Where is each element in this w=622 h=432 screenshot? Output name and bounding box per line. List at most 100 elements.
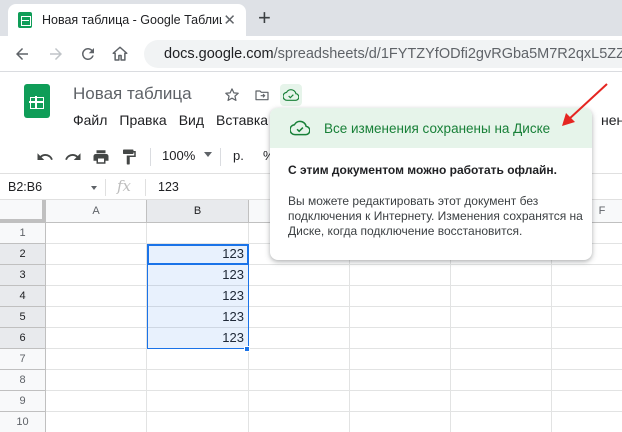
row-header-8[interactable]: 8 xyxy=(0,370,46,391)
row-header-2[interactable]: 2 xyxy=(0,244,46,265)
row-header-5[interactable]: 5 xyxy=(0,307,46,328)
cell-d7[interactable] xyxy=(350,349,451,370)
cell-f10[interactable] xyxy=(552,412,622,432)
star-button[interactable] xyxy=(221,84,243,106)
cell-e4[interactable] xyxy=(451,286,552,307)
cell-f8[interactable] xyxy=(552,370,622,391)
fx-icon: fx xyxy=(117,177,132,195)
cell-e5[interactable] xyxy=(451,307,552,328)
cell-a5[interactable] xyxy=(46,307,147,328)
cell-b6[interactable]: 123 xyxy=(147,328,249,349)
browser-tab[interactable]: Новая таблица - Google Таблицы ✕ xyxy=(8,4,246,36)
menu-item-file[interactable]: Файл xyxy=(73,112,107,128)
forward-button[interactable] xyxy=(42,40,70,68)
forward-arrow-icon xyxy=(50,48,62,60)
home-button[interactable] xyxy=(106,40,134,68)
cell-e7[interactable] xyxy=(451,349,552,370)
browser-toolbar: docs.google.com/spreadsheets/d/1FYTZYfOD… xyxy=(0,36,622,72)
select-all-corner[interactable] xyxy=(0,200,46,223)
sheets-logo-icon[interactable] xyxy=(24,84,50,118)
row-header-4[interactable]: 4 xyxy=(0,286,46,307)
cell-e10[interactable] xyxy=(451,412,552,432)
undo-button[interactable] xyxy=(36,148,54,166)
zoom-select[interactable]: 100% xyxy=(162,148,195,163)
cell-a7[interactable] xyxy=(46,349,147,370)
cell-e8[interactable] xyxy=(451,370,552,391)
row-header-1[interactable]: 1 xyxy=(0,223,46,244)
menu-item-view[interactable]: Вид xyxy=(179,112,204,128)
cell-f9[interactable] xyxy=(552,391,622,412)
cell-f3[interactable] xyxy=(552,265,622,286)
currency-format-button[interactable]: р. xyxy=(233,148,244,163)
cell-a2[interactable] xyxy=(46,244,147,265)
cell-c5[interactable] xyxy=(249,307,350,328)
cell-c3[interactable] xyxy=(249,265,350,286)
fill-handle[interactable] xyxy=(244,346,250,352)
cell-b10[interactable] xyxy=(147,412,249,432)
column-header-a[interactable]: A xyxy=(46,200,147,223)
move-folder-icon xyxy=(255,90,269,101)
formula-input[interactable]: 123 xyxy=(158,180,179,194)
cell-b3[interactable]: 123 xyxy=(147,265,249,286)
row-header-6[interactable]: 6 xyxy=(0,328,46,349)
row-header-10[interactable]: 10 xyxy=(0,412,46,432)
cell-d6[interactable] xyxy=(350,328,451,349)
cell-a9[interactable] xyxy=(46,391,147,412)
row-header-9[interactable]: 9 xyxy=(0,391,46,412)
cell-b5[interactable]: 123 xyxy=(147,307,249,328)
row-header-7[interactable]: 7 xyxy=(0,349,46,370)
formula-divider xyxy=(145,179,146,196)
paint-format-button[interactable] xyxy=(120,148,138,166)
row-header-3[interactable]: 3 xyxy=(0,265,46,286)
cell-a1[interactable] xyxy=(46,223,147,244)
print-button[interactable] xyxy=(92,148,110,166)
close-tab-icon[interactable]: ✕ xyxy=(223,13,236,28)
menu-item-edit[interactable]: Правка xyxy=(119,112,166,128)
back-button[interactable] xyxy=(8,40,36,68)
cell-d10[interactable] xyxy=(350,412,451,432)
offline-description: Вы можете редактировать этот документ бе… xyxy=(288,194,583,238)
cell-d5[interactable] xyxy=(350,307,451,328)
document-status-button[interactable] xyxy=(280,84,302,106)
cell-d9[interactable] xyxy=(350,391,451,412)
move-button[interactable] xyxy=(251,84,273,106)
menu-item-insert[interactable]: Вставка xyxy=(216,112,268,128)
cell-f7[interactable] xyxy=(552,349,622,370)
cell-b2[interactable]: 123 xyxy=(147,244,249,265)
cell-f6[interactable] xyxy=(552,328,622,349)
url-path: /spreadsheets/d/1FYTZYfODfi2gvRGba5M7R2q… xyxy=(273,46,622,62)
name-box[interactable]: B2:B6 xyxy=(8,180,42,194)
cell-d3[interactable] xyxy=(350,265,451,286)
cell-b8[interactable] xyxy=(147,370,249,391)
zoom-dropdown-icon[interactable] xyxy=(204,152,212,157)
cell-a3[interactable] xyxy=(46,265,147,286)
cell-c8[interactable] xyxy=(249,370,350,391)
cell-c4[interactable] xyxy=(249,286,350,307)
cell-a8[interactable] xyxy=(46,370,147,391)
name-box-dropdown-icon[interactable] xyxy=(91,186,97,190)
cell-b7[interactable] xyxy=(147,349,249,370)
cell-f4[interactable] xyxy=(552,286,622,307)
cell-d8[interactable] xyxy=(350,370,451,391)
document-title[interactable]: Новая таблица xyxy=(73,84,192,104)
cell-b9[interactable] xyxy=(147,391,249,412)
cell-a6[interactable] xyxy=(46,328,147,349)
cell-c10[interactable] xyxy=(249,412,350,432)
reload-button[interactable] xyxy=(74,40,102,68)
column-header-b[interactable]: B xyxy=(147,200,249,223)
cell-c7[interactable] xyxy=(249,349,350,370)
cell-e6[interactable] xyxy=(451,328,552,349)
redo-button[interactable] xyxy=(64,148,82,166)
cell-e3[interactable] xyxy=(451,265,552,286)
cell-f5[interactable] xyxy=(552,307,622,328)
address-bar[interactable]: docs.google.com/spreadsheets/d/1FYTZYfOD… xyxy=(144,40,622,68)
cell-e9[interactable] xyxy=(451,391,552,412)
cell-b4[interactable]: 123 xyxy=(147,286,249,307)
cell-c6[interactable] xyxy=(249,328,350,349)
cell-a4[interactable] xyxy=(46,286,147,307)
cell-d4[interactable] xyxy=(350,286,451,307)
cell-a10[interactable] xyxy=(46,412,147,432)
new-tab-button[interactable]: + xyxy=(258,5,271,31)
cell-b1[interactable] xyxy=(147,223,249,244)
cell-c9[interactable] xyxy=(249,391,350,412)
